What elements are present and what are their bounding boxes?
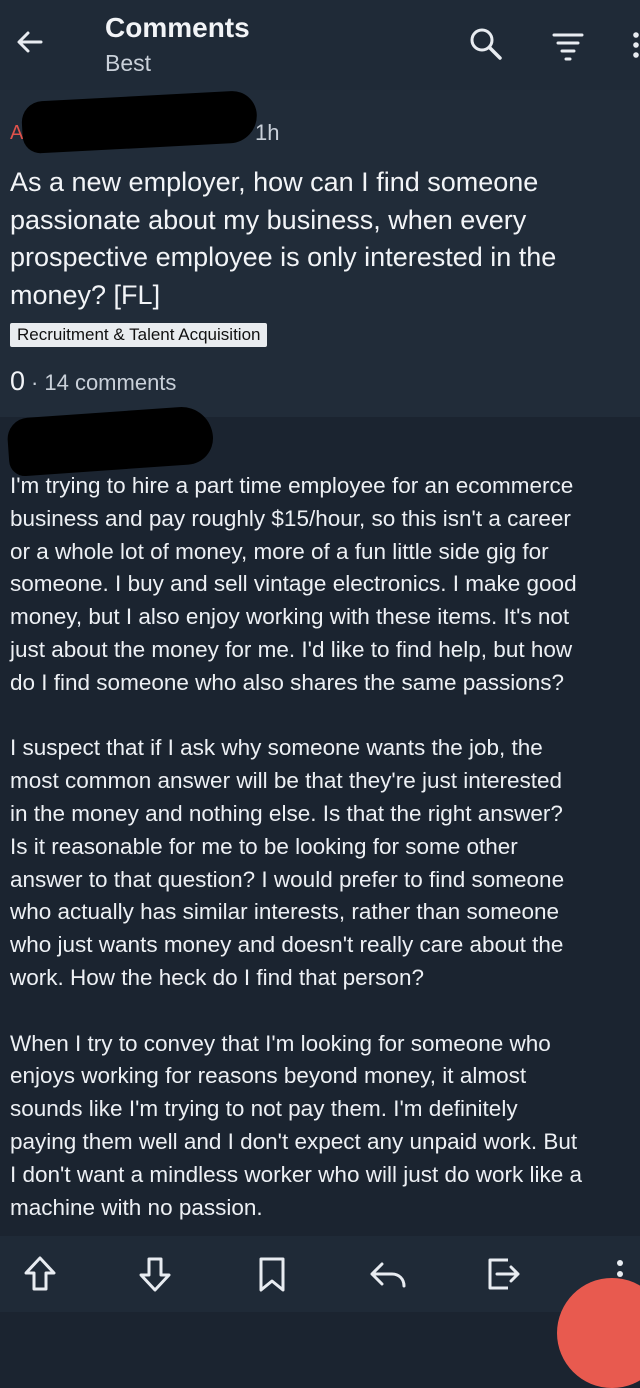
search-icon bbox=[470, 28, 502, 60]
sort-mode-label[interactable]: Best bbox=[105, 50, 151, 77]
body-line: When I try to convey that I'm looking fo… bbox=[10, 1030, 551, 1056]
body-paragraph: I suspect that if I ask why someone want… bbox=[10, 732, 640, 994]
more-vertical-icon bbox=[633, 32, 639, 58]
comment-count[interactable]: 14 comments bbox=[44, 370, 176, 396]
more-options-button[interactable] bbox=[622, 26, 640, 66]
back-arrow-icon bbox=[17, 31, 43, 53]
sort-button[interactable] bbox=[548, 26, 588, 66]
stats-separator: · bbox=[31, 370, 39, 395]
body-line: answer to that question? I would prefer … bbox=[10, 866, 565, 892]
post-stats: 0 · 14 comments bbox=[10, 366, 176, 397]
body-line: I'm trying to hire a part time employee … bbox=[10, 473, 574, 498]
body-line: do I find someone who also shares the sa… bbox=[10, 669, 565, 695]
body-line: someone. I buy and sell vintage electron… bbox=[10, 571, 577, 597]
body-line: who just wants money and doesn't really … bbox=[10, 932, 564, 958]
back-button[interactable] bbox=[10, 22, 50, 62]
bottom-action-bar bbox=[0, 1236, 640, 1312]
body-line: who actually has similar interests, rath… bbox=[10, 899, 560, 925]
post-flair[interactable]: Recruitment & Talent Acquisition bbox=[10, 323, 268, 347]
body-line: money, but I also enjoy working with the… bbox=[10, 604, 570, 630]
post-time: 1h bbox=[255, 120, 280, 145]
body-line: in the money and nothing else. Is that t… bbox=[10, 800, 563, 826]
body-line: business and pay roughly $15/hour, so th… bbox=[10, 505, 571, 531]
bookmark-icon bbox=[259, 1257, 285, 1292]
downvote-button[interactable] bbox=[133, 1252, 177, 1296]
body-line: just about the money for me. I'd like to… bbox=[10, 636, 573, 662]
body-paragraph: When I try to convey that I'm looking fo… bbox=[10, 1028, 640, 1225]
body-line: work. How the heck do I find that person… bbox=[10, 964, 424, 990]
body-paragraph: I'm trying to hire a part time employee … bbox=[10, 470, 640, 700]
reply-button[interactable] bbox=[366, 1252, 410, 1296]
body-line: paying them well and I don't expect any … bbox=[10, 1128, 578, 1154]
reply-icon bbox=[370, 1262, 406, 1288]
body-line: most common answer will be that they're … bbox=[10, 768, 563, 794]
post-title: As a new employer, how can I find someon… bbox=[10, 167, 557, 310]
body-line: I suspect that if I ask why someone want… bbox=[10, 735, 543, 761]
share-button[interactable] bbox=[482, 1252, 526, 1296]
upvote-button[interactable] bbox=[18, 1252, 62, 1296]
sort-icon bbox=[552, 33, 584, 61]
body-line: sounds like I'm trying to not pay them. … bbox=[10, 1096, 518, 1122]
body-line: Is it reasonable for me to be looking fo… bbox=[10, 833, 518, 859]
upvote-icon bbox=[24, 1256, 56, 1291]
search-button[interactable] bbox=[466, 24, 506, 64]
top-app-bar: Comments Best bbox=[0, 0, 640, 90]
downvote-icon bbox=[139, 1257, 171, 1292]
body-line: machine with no passion. bbox=[10, 1194, 263, 1220]
post-body: I'm trying to hire a part time employee … bbox=[10, 470, 640, 1257]
body-line: enjoys working for reasons beyond money,… bbox=[10, 1063, 527, 1089]
body-line: or a whole lot of money, more of a fun l… bbox=[10, 538, 549, 564]
share-exit-icon bbox=[488, 1258, 520, 1290]
post-score: 0 bbox=[10, 366, 26, 396]
page-title: Comments bbox=[105, 12, 250, 43]
save-button[interactable] bbox=[250, 1252, 294, 1296]
body-line: I don't want a mindless worker who will … bbox=[10, 1161, 583, 1187]
